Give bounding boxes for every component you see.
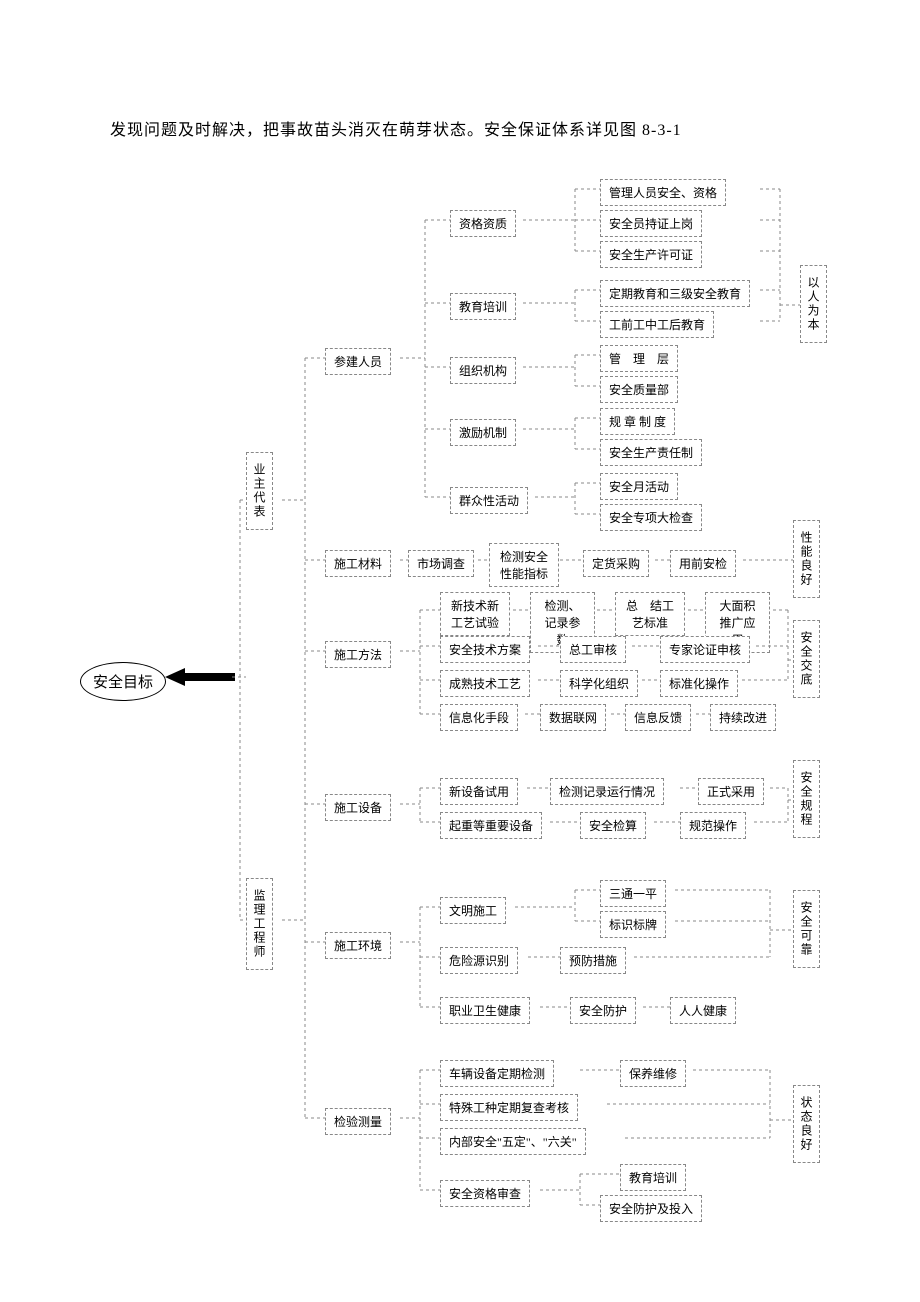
safety-goal: 安全目标: [80, 662, 166, 701]
meth-r4-3: 持续改进: [710, 704, 776, 731]
leaf-mgmt-layer: 管 理 层: [600, 345, 678, 372]
insp-r2: 特殊工种定期复查考核: [440, 1094, 578, 1121]
mat-purchase: 定货采购: [583, 550, 649, 577]
meth-r1-0: 新技术新工艺试验: [440, 592, 510, 636]
eq-r1-2: 正式采用: [698, 778, 764, 805]
env-health: 职业卫生健康: [440, 997, 530, 1024]
mat-precheck: 用前安检: [670, 550, 736, 577]
sub-incentive: 激励机制: [450, 419, 516, 446]
leaf-safety-cert: 安全员持证上岗: [600, 210, 702, 237]
mat-detect: 检测安全性能指标: [489, 543, 559, 587]
leaf-rules: 规 章 制 度: [600, 408, 675, 435]
meth-r4-1: 数据联网: [540, 704, 606, 731]
env-civil-0: 三通一平: [600, 880, 666, 907]
right-perf: 性能良好: [793, 520, 820, 598]
right-people: 以人为本: [800, 265, 827, 343]
right-safe-reliable: 安全可靠: [793, 890, 820, 968]
cat-materials: 施工材料: [325, 550, 391, 577]
cat-inspection: 检验测量: [325, 1108, 391, 1135]
leaf-responsibility: 安全生产责任制: [600, 439, 702, 466]
right-safety-disc: 安全交底: [793, 620, 820, 698]
insp-r3: 内部安全"五定"、"六关": [440, 1128, 586, 1155]
leaf-periodic-edu: 定期教育和三级安全教育: [600, 280, 750, 307]
right-safety-rules: 安全规程: [793, 760, 820, 838]
mat-survey: 市场调查: [408, 550, 474, 577]
eq-r1-0: 新设备试用: [440, 778, 518, 805]
insp-r4-0: 教育培训: [620, 1164, 686, 1191]
leaf-safety-dept: 安全质量部: [600, 376, 678, 403]
leaf-special-check: 安全专项大检查: [600, 504, 702, 531]
env-health-out: 人人健康: [670, 997, 736, 1024]
meth-r3-0: 成熟技术工艺: [440, 670, 530, 697]
meth-r2-0: 安全技术方案: [440, 636, 530, 663]
eq-r2-0: 起重等重要设备: [440, 812, 542, 839]
eq-r1-1: 检测记录运行情况: [550, 778, 664, 805]
cat-equipment: 施工设备: [325, 794, 391, 821]
cat-environment: 施工环境: [325, 932, 391, 959]
meth-r1-2: 总 结工艺标准: [615, 592, 685, 636]
insp-r4: 安全资格审查: [440, 1180, 530, 1207]
arrow-icon: [165, 668, 235, 686]
cat-methods: 施工方法: [325, 641, 391, 668]
env-civil: 文明施工: [440, 897, 506, 924]
leaf-phase-edu: 工前工中工后教育: [600, 311, 714, 338]
env-health-mid: 安全防护: [570, 997, 636, 1024]
insp-r1a: 车辆设备定期检测: [440, 1060, 554, 1087]
insp-r1b: 保养维修: [620, 1060, 686, 1087]
eq-r2-1: 安全检算: [580, 812, 646, 839]
meth-r4-2: 信息反馈: [625, 704, 691, 731]
sub-qualification: 资格资质: [450, 210, 516, 237]
insp-r4-1: 安全防护及投入: [600, 1195, 702, 1222]
supervisor-eng: 监理工程师: [246, 878, 273, 970]
meth-r4-0: 信息化手段: [440, 704, 518, 731]
sub-training: 教育培训: [450, 293, 516, 320]
page-title: 发现问题及时解决，把事故苗头消灭在萌芽状态。安全保证体系详见图 8-3-1: [110, 116, 870, 140]
leaf-prod-license: 安全生产许可证: [600, 241, 702, 268]
env-hazard-out: 预防措施: [560, 947, 626, 974]
leaf-safety-month: 安全月活动: [600, 473, 678, 500]
meth-r3-1: 科学化组织: [560, 670, 638, 697]
meth-r2-1: 总工审核: [560, 636, 626, 663]
sub-mass: 群众性活动: [450, 487, 528, 514]
env-civil-1: 标识标牌: [600, 911, 666, 938]
leaf-mgr-qual: 管理人员安全、资格: [600, 179, 726, 206]
owner-rep: 业主代表: [246, 452, 273, 530]
meth-r2-2: 专家论证申核: [660, 636, 750, 663]
sub-org: 组织机构: [450, 357, 516, 384]
env-hazard: 危险源识别: [440, 947, 518, 974]
cat-personnel: 参建人员: [325, 348, 391, 375]
right-status: 状态良好: [793, 1085, 820, 1163]
eq-r2-2: 规范操作: [680, 812, 746, 839]
meth-r3-2: 标准化操作: [660, 670, 738, 697]
